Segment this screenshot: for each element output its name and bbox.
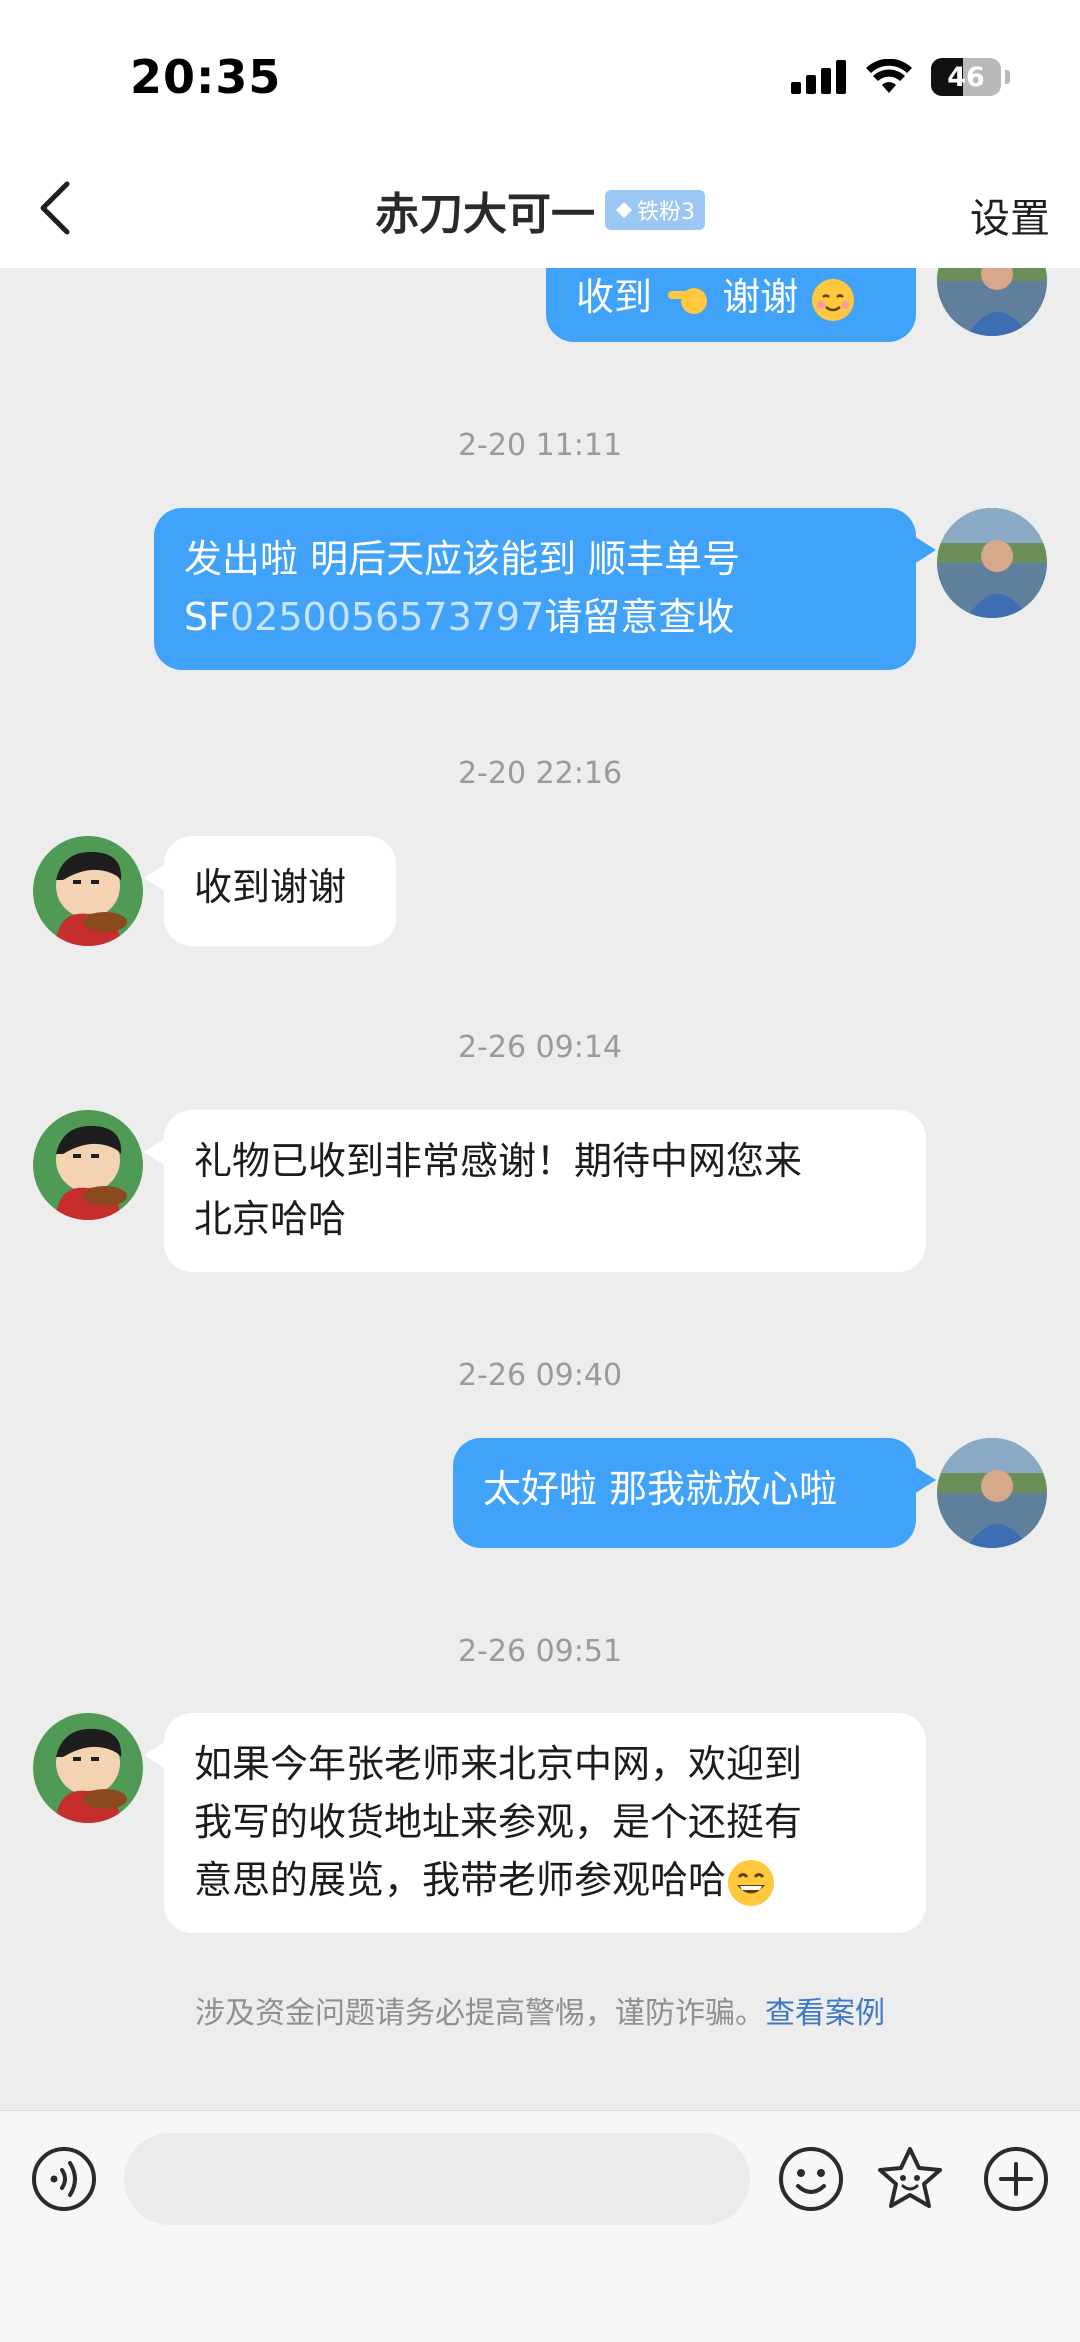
message-text: 意思的展览，我带老师参观哈哈 [194,1858,727,1902]
tracking-number-link[interactable]: 0250056573797 [230,595,544,639]
voice-icon [32,2147,96,2211]
message-bubble-sent[interactable]: 太好啦 那我就放心啦 [453,1438,916,1548]
bubble-tail [144,1138,166,1166]
message-text: 请留意查收 [544,595,735,639]
status-time: 20:35 [130,50,282,104]
sticker-icon [878,2147,942,2208]
message-timestamp: 2-20 22:16 [457,756,623,791]
diamond-icon [616,202,632,218]
view-cases-link[interactable]: 查看案例 [765,1996,885,2031]
message-timestamp: 2-20 11:11 [457,428,623,463]
top-bar: 20:35 46 赤刀大可一 铁粉3 设置 [0,0,1080,268]
pointing-hand-emoji-icon [668,287,708,314]
avatar-contact[interactable] [33,1713,143,1823]
add-icon [984,2147,1048,2211]
avatar-contact[interactable] [33,836,143,946]
emoji-button[interactable] [773,2141,849,2217]
input-bar [0,2110,1080,2342]
fan-badge: 铁粉3 [605,190,705,230]
page-title: 赤刀大可一 [375,189,595,240]
message-timestamp: 2-26 09:14 [457,1030,623,1065]
message-text: 发出啦 明后天应该能到 顺丰单号 [184,537,741,581]
avatar-contact[interactable] [33,1110,143,1220]
add-button[interactable] [978,2141,1054,2217]
message-text: 如果今年张老师来北京中网，欢迎到 [194,1742,803,1786]
fan-badge-label: 铁粉3 [637,200,695,225]
tracking-prefix: SF [184,595,230,639]
message-bubble-received[interactable]: 礼物已收到非常感谢！期待中网您来 北京哈哈 [164,1110,926,1272]
battery-icon: 46 [931,58,1001,96]
bubble-tail [144,1741,166,1769]
message-timestamp: 2-26 09:51 [457,1634,623,1669]
battery-tip [1005,70,1010,84]
smiling-face-emoji-icon [812,278,855,321]
settings-button[interactable]: 设置 [970,186,1050,244]
fraud-warning: 涉及资金问题请务必提高警惕，谨防诈骗。查看案例 [0,1988,1080,2032]
message-text: 我写的收货地址来参观，是个还挺有 [194,1800,803,1844]
signal-icon [791,60,846,94]
message-bubble-sent[interactable]: 收到 谢谢 [546,268,916,342]
bubble-tail [144,864,166,892]
voice-button[interactable] [26,2141,102,2217]
message-text-line2: SF0250056573797请留意查收 [184,588,886,646]
message-text: 礼物已收到非常感谢！期待中网您来 [194,1139,803,1183]
wifi-icon [866,59,912,93]
bubble-tail [914,1466,936,1494]
avatar-self[interactable] [937,508,1047,618]
message-text: 太好啦 那我就放心啦 [483,1467,838,1511]
message-bubble-received[interactable]: 收到谢谢 [164,836,396,946]
battery-level: 46 [947,61,985,93]
message-text: 收到 [576,275,653,319]
message-text-line3: 意思的展览，我带老师参观哈哈 [194,1851,896,1909]
chat-screen: 20:35 46 赤刀大可一 铁粉3 设置 收到 谢谢 2-20 11:11 发… [0,0,1080,2342]
message-input[interactable] [124,2133,750,2225]
grinning-emoji-icon [728,1859,775,1906]
message-bubble-received[interactable]: 如果今年张老师来北京中网，欢迎到 我写的收货地址来参观，是个还挺有 意思的展览，… [164,1713,926,1933]
emoji-icon [779,2147,843,2211]
message-timestamp: 2-26 09:40 [457,1358,623,1393]
sticker-button[interactable] [872,2141,948,2217]
status-icons: 46 [791,58,1010,96]
bubble-tail [914,536,936,564]
message-list[interactable]: 收到 谢谢 2-20 11:11 发出啦 明后天应该能到 顺丰单号 SF0250… [0,268,1080,2110]
message-bubble-sent[interactable]: 发出啦 明后天应该能到 顺丰单号 SF0250056573797请留意查收 [154,508,916,670]
message-text: 谢谢 [722,275,799,319]
warning-text: 涉及资金问题请务必提高警惕，谨防诈骗。 [195,1996,765,2031]
header-title-wrap: 赤刀大可一 铁粉3 [0,178,1080,242]
avatar-self[interactable] [937,1438,1047,1548]
message-text: 北京哈哈 [194,1197,347,1241]
message-text: 收到谢谢 [194,865,347,909]
avatar-self[interactable] [937,268,1047,336]
